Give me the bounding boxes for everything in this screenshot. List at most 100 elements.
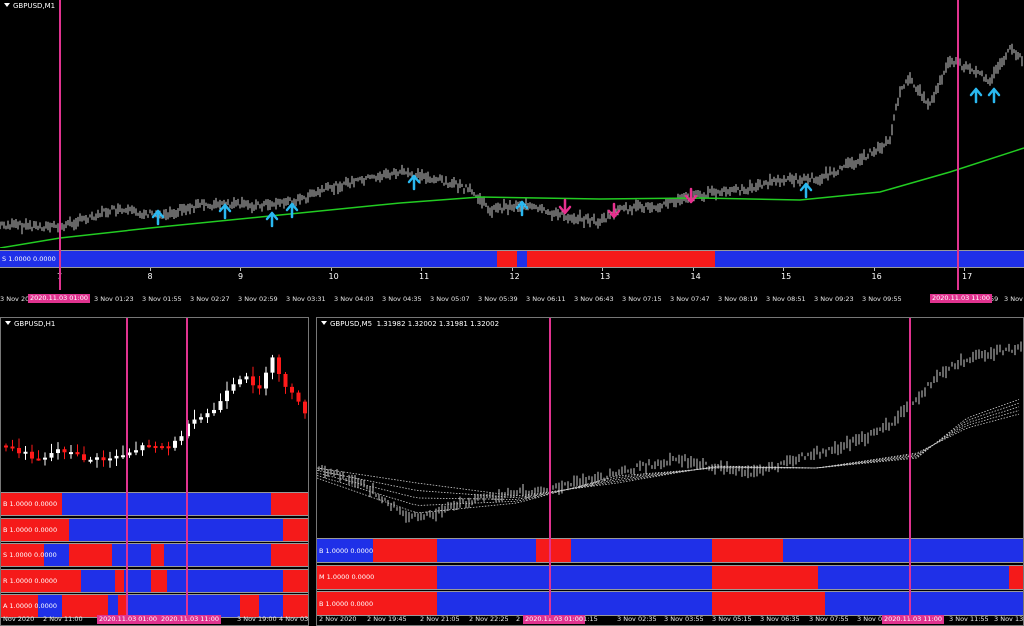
sell-segment — [535, 539, 572, 562]
sell-segment — [527, 251, 715, 267]
candle — [238, 375, 242, 388]
candle — [36, 450, 41, 461]
sell-segment — [283, 595, 308, 617]
candle — [75, 444, 80, 457]
candle — [88, 456, 93, 464]
candle — [179, 430, 184, 446]
m5-marker-line-right[interactable] — [909, 318, 911, 618]
sell-segment — [712, 539, 783, 562]
time-label: 3 Nov 05:39 — [478, 295, 518, 303]
m5-chart-title: GBPUSD,M5 1.31982 1.32002 1.31981 1.3200… — [321, 320, 499, 328]
h1-chart-window[interactable]: GBPUSD,H1 B 1.0000 0.0000 B 1.0000 0.0000… — [0, 317, 309, 626]
marker-tag-right: 2020.11.03 11:00 — [930, 294, 993, 303]
day-tick — [149, 268, 151, 271]
time-label: 3 Nov 11:55 — [949, 615, 989, 623]
day-number: 13 — [600, 272, 611, 281]
candle — [23, 446, 28, 460]
candle — [225, 381, 229, 409]
cloud-band-line — [317, 406, 1020, 500]
candle — [166, 441, 171, 456]
m1-indicator-strip[interactable]: S 1.0000 0.0000 — [0, 250, 1024, 268]
time-label: 3 Nov 09:55 — [862, 295, 902, 303]
m5-chart-window[interactable]: GBPUSD,M5 1.31982 1.32002 1.31981 1.3200… — [316, 317, 1024, 626]
day-tick — [330, 268, 332, 271]
day-tick — [240, 268, 241, 271]
time-label: 3 Nov 04:35 — [382, 295, 422, 303]
time-label: 3 Nov 09:23 — [814, 295, 854, 303]
candle — [257, 375, 262, 395]
h1-indicator-strip[interactable]: S 1.0000 0.0000 — [1, 543, 308, 567]
h1-indicator-label: S 1.0000 0.0000 — [3, 551, 57, 559]
marker-tag-left: 2020.11.03 01:00 — [28, 294, 91, 303]
time-label: 3 Nov 08:51 — [766, 295, 806, 303]
candle — [49, 443, 54, 462]
h1-indicator-label: B 1.0000 0.0000 — [3, 525, 58, 534]
candle — [121, 445, 125, 460]
sell-segment — [283, 569, 308, 592]
chart-menu-arrow-icon[interactable] — [5, 321, 11, 325]
m5-marker-line-left[interactable] — [549, 318, 551, 618]
time-label: 2 Nov 21:05 — [420, 615, 460, 623]
sell-segment — [151, 544, 164, 566]
m5-indicator-strip[interactable]: B 1.0000 0.0000 — [317, 538, 1023, 563]
m5-price-chart[interactable] — [317, 318, 1023, 536]
sell-segment — [283, 518, 308, 541]
time-label: 2 — [516, 615, 521, 623]
time-label: 3 Nov 11:31 — [1004, 295, 1024, 303]
day-number: 12 — [509, 272, 520, 281]
sell-segment — [68, 544, 112, 566]
candle — [251, 366, 255, 394]
marker-line-right[interactable] — [957, 0, 959, 290]
time-label: 3 Nov 07:55 — [809, 615, 849, 623]
time-label: 3 Nov 19:00 — [237, 615, 277, 623]
time-label: 3 Nov 02:59 — [238, 295, 278, 303]
candle — [82, 446, 86, 463]
time-label: 01:15 — [579, 615, 598, 623]
candle — [277, 354, 281, 382]
h1-candle-chart[interactable] — [1, 318, 308, 490]
chart-menu-arrow-icon[interactable] — [321, 321, 327, 325]
time-label: 3 Nov 03:55 — [664, 615, 704, 623]
m1-chart-window[interactable]: GBPUSD,M1 S 1.0000 0.0000 78910111213141… — [0, 0, 1024, 310]
candle — [160, 443, 164, 450]
day-tick — [511, 268, 513, 271]
candle — [264, 366, 268, 396]
time-label: 3 Nov 06:35 — [760, 615, 800, 623]
sell-segment — [151, 569, 167, 592]
candle — [134, 441, 138, 456]
time-label: 3 Nov 06:11 — [526, 295, 566, 303]
candle — [212, 402, 216, 416]
candle — [173, 436, 177, 451]
marker-tag: 2020.11.03 11:00 — [882, 615, 945, 624]
candle — [127, 448, 132, 458]
candle — [283, 371, 288, 394]
candle — [108, 451, 112, 468]
time-label: 2 Nov 2020 — [319, 615, 357, 623]
candle — [199, 413, 203, 424]
day-number: 14 — [690, 272, 701, 281]
marker-line-left[interactable] — [59, 0, 61, 290]
candle — [95, 453, 99, 468]
time-label: 2 Nov 11:00 — [43, 615, 83, 623]
day-number: 16 — [871, 272, 882, 281]
candle — [43, 452, 47, 466]
m1-price-chart[interactable] — [0, 0, 1024, 248]
m5-indicator-strip[interactable]: B 1.0000 0.0000 — [317, 591, 1023, 616]
sell-segment — [114, 569, 124, 592]
h1-indicator-strip[interactable]: R 1.0000 0.0000 — [1, 568, 308, 593]
time-label: 3 Nov 07:47 — [670, 295, 710, 303]
m5-indicator-strip[interactable]: M 1.0000 0.0000 — [317, 564, 1023, 590]
h1-indicator-strip[interactable]: B 1.0000 0.0000 — [1, 492, 308, 516]
chart-menu-arrow-icon[interactable] — [4, 3, 10, 7]
h1-indicator-label: B 1.0000 0.0000 — [3, 500, 58, 508]
h1-indicator-strip[interactable]: B 1.0000 0.0000 — [1, 517, 308, 542]
candle — [290, 383, 294, 400]
candle — [114, 449, 119, 467]
sell-arrow-icon — [558, 198, 572, 215]
h1-marker-line-left[interactable] — [126, 318, 128, 618]
day-tick — [873, 268, 875, 271]
h1-marker-line-right[interactable] — [186, 318, 188, 618]
candle — [30, 444, 34, 464]
time-label: 3 Nov 02:35 — [617, 615, 657, 623]
day-number: 11 — [419, 272, 430, 281]
